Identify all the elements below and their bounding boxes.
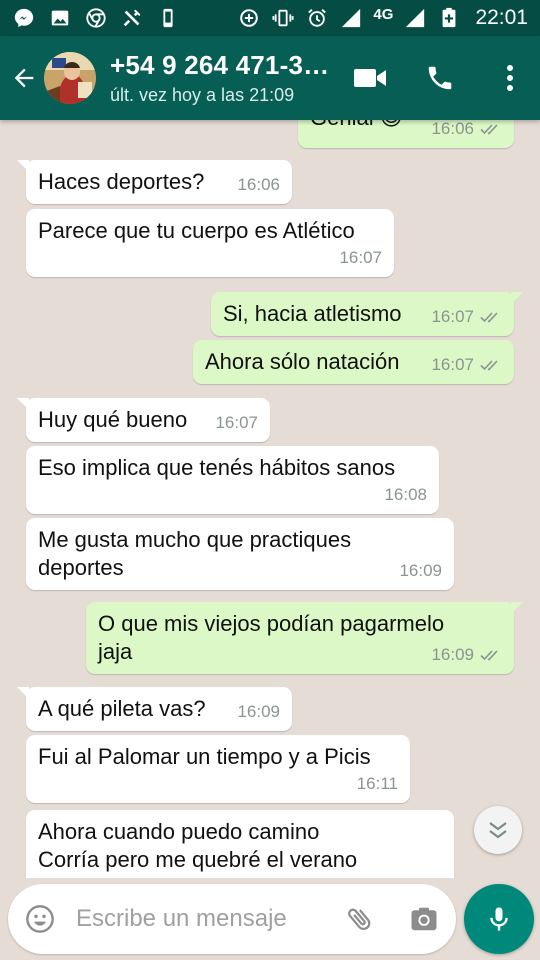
message-text: Ahora cuando puedo camino Corría pero me… xyxy=(38,819,358,872)
battery-charging-icon xyxy=(437,6,461,30)
avatar[interactable] xyxy=(44,52,96,104)
double-check-icon xyxy=(480,122,502,136)
scroll-to-bottom-button[interactable] xyxy=(474,806,522,854)
last-seen: últ. vez hoy a las 21:09 xyxy=(110,85,295,105)
double-chevron-down-icon xyxy=(489,822,507,839)
message-time: 16:06 xyxy=(237,175,280,194)
vibrate-icon xyxy=(271,6,295,30)
clock: 22:01 xyxy=(475,6,528,29)
attach-button[interactable] xyxy=(342,901,378,937)
phone-icon xyxy=(156,6,180,30)
message-time: 16:09 xyxy=(399,561,442,580)
message-time: 16:06 xyxy=(431,120,474,138)
message-time: 16:08 xyxy=(384,485,427,504)
message-bubble-outgoing[interactable]: Ahora sólo natación 16:07 xyxy=(193,340,514,384)
message-text: Huy qué bueno xyxy=(38,407,188,432)
message-bubble-outgoing[interactable]: O que mis viejos podían pagarmelo jaja 1… xyxy=(86,602,523,674)
message-bubble-incoming[interactable]: Me gusta mucho que practiques deportes 1… xyxy=(26,518,454,590)
double-check-icon xyxy=(480,310,502,324)
voice-call-icon xyxy=(428,66,452,90)
message-time: 16:07 xyxy=(431,307,474,326)
message-text: A qué pileta vas? xyxy=(38,696,206,721)
contact-info[interactable]: +54 9 264 471-3… últ. vez hoy a las 21:0… xyxy=(110,50,329,106)
message-list[interactable]: Genial 😊 16:06 Haces deportes? 16:06 Par… xyxy=(0,120,540,878)
message-time: 16:09 xyxy=(237,702,280,721)
more-options-icon xyxy=(507,65,513,91)
message-text: Si, hacia atletismo xyxy=(223,301,402,326)
message-text: Parece que tu cuerpo es Atlético xyxy=(38,218,355,243)
message-composer xyxy=(8,884,456,954)
video-call-button[interactable] xyxy=(350,58,390,98)
message-bubble-incoming[interactable]: A qué pileta vas? 16:09 xyxy=(17,687,292,731)
data-saver-icon xyxy=(237,6,261,30)
gallery-icon xyxy=(48,6,72,30)
message-bubble-incoming[interactable]: Huy qué bueno 16:07 xyxy=(17,398,270,442)
messenger-icon xyxy=(12,6,36,30)
attach-icon xyxy=(348,908,371,930)
message-text: Fui al Palomar un tiempo y a Picis xyxy=(38,744,371,769)
status-bar: 4G 22:01 xyxy=(0,0,540,36)
message-text: Me gusta mucho que practiques deportes xyxy=(38,527,352,580)
message-input[interactable] xyxy=(76,905,336,933)
message-bubble-incoming[interactable]: Parece que tu cuerpo es Atlético 16:07 xyxy=(26,209,394,277)
message-text: Ahora sólo natación xyxy=(205,349,400,374)
more-options-button[interactable] xyxy=(490,58,530,98)
message-time: 16:07 xyxy=(339,248,382,267)
double-check-icon xyxy=(480,358,502,372)
message-time: 16:11 xyxy=(356,774,398,793)
message-text: Eso implica que tenés hábitos sanos xyxy=(38,455,396,480)
record-voice-button[interactable] xyxy=(464,884,534,954)
message-time: 16:07 xyxy=(215,413,258,432)
video-call-icon xyxy=(354,69,386,87)
double-check-icon xyxy=(480,648,502,662)
message-bubble-incoming[interactable]: Haces deportes? 16:06 xyxy=(17,160,292,204)
signal-icon xyxy=(339,6,363,30)
tools-icon xyxy=(120,6,144,30)
message-bubble-incoming[interactable]: Fui al Palomar un tiempo y a Picis 16:11 xyxy=(26,735,410,803)
message-text: O que mis viejos podían pagarmelo jaja xyxy=(98,611,445,664)
signal-4g-icon xyxy=(403,6,427,30)
camera-icon xyxy=(411,907,437,931)
message-text: Genial 😊 xyxy=(310,120,403,130)
message-text: Haces deportes? xyxy=(38,169,205,194)
alarm-icon xyxy=(305,6,329,30)
emoji-button[interactable] xyxy=(22,901,58,937)
back-button[interactable] xyxy=(2,56,46,100)
mic-icon xyxy=(490,907,508,931)
message-bubble-outgoing[interactable]: Si, hacia atletismo 16:07 xyxy=(211,292,523,336)
contact-name: +54 9 264 471-3… xyxy=(110,50,330,80)
network-type: 4G xyxy=(373,5,394,23)
chrome-icon xyxy=(84,6,108,30)
chat-header: +54 9 264 471-3… últ. vez hoy a las 21:0… xyxy=(0,36,540,120)
arrow-back-icon xyxy=(14,68,34,88)
message-bubble-incoming[interactable]: Ahora cuando puedo camino Corría pero me… xyxy=(26,810,454,878)
message-time: 16:07 xyxy=(431,355,474,374)
message-bubble-incoming[interactable]: Eso implica que tenés hábitos sanos 16:0… xyxy=(26,446,439,514)
message-time: 16:09 xyxy=(431,645,474,664)
voice-call-button[interactable] xyxy=(420,58,460,98)
camera-button[interactable] xyxy=(406,901,442,937)
emoji-icon xyxy=(26,905,54,933)
message-bubble-outgoing[interactable]: Genial 😊 16:06 xyxy=(298,120,514,148)
